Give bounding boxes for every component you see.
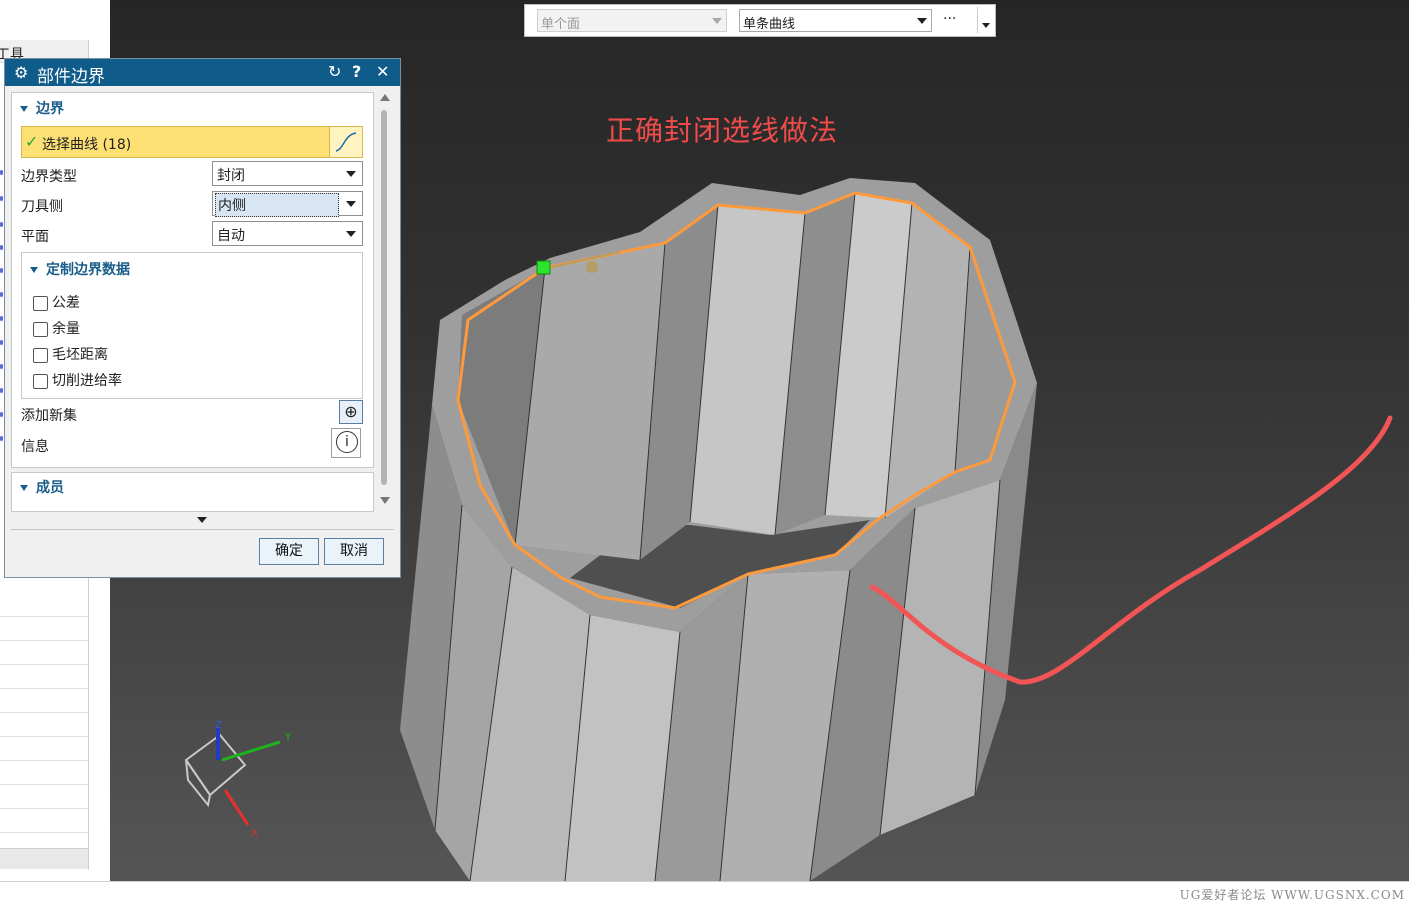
- chevron-down-icon: [712, 18, 722, 24]
- stock-checkbox[interactable]: 余量: [33, 318, 80, 338]
- selection-filter-bar: 单个面 单条曲线 ···: [524, 4, 996, 37]
- navigator-row[interactable]: [0, 760, 88, 785]
- cancel-button[interactable]: 取消: [324, 538, 384, 565]
- chevron-down-icon: [346, 201, 356, 207]
- ok-button[interactable]: 确定: [259, 538, 319, 565]
- navigator-node-icon: [0, 222, 3, 227]
- navigator-node-icon: [0, 412, 3, 417]
- checkmark-icon: ✓: [25, 132, 39, 151]
- navigator-node-icon: [0, 245, 3, 250]
- dialog-titlebar[interactable]: ⚙ 部件边界 ↻ ? ✕: [5, 59, 400, 87]
- gear-icon[interactable]: ⚙: [14, 63, 28, 82]
- plane-dropdown[interactable]: 自动: [212, 221, 363, 246]
- scroll-up-icon[interactable]: [380, 94, 390, 101]
- part-boundary-dialog: ⚙ 部件边界 ↻ ? ✕ 边界 ✓ 选择曲线 (18) 边界类型 封闭 刀具侧 …: [4, 58, 401, 578]
- navigator-node-icon: [0, 388, 3, 393]
- navigator-node-icon: [0, 436, 3, 441]
- tolerance-checkbox[interactable]: 公差: [33, 292, 80, 312]
- help-icon[interactable]: ?: [352, 62, 361, 81]
- navigator-node-icon: [0, 268, 3, 273]
- boundary-type-dropdown[interactable]: 封闭: [212, 161, 363, 186]
- cut-feedrate-checkbox[interactable]: 切削进给率: [33, 370, 122, 390]
- navigator-row[interactable]: [0, 808, 88, 833]
- triad-label-z: Z: [215, 720, 222, 731]
- collapse-triangle-icon: [20, 106, 28, 112]
- navigator-row[interactable]: [0, 592, 88, 617]
- collapse-triangle-icon: [30, 267, 38, 273]
- members-section-header[interactable]: 成员: [20, 477, 64, 497]
- plane-label: 平面: [21, 229, 49, 245]
- boundary-type-label: 边界类型: [21, 169, 77, 185]
- expand-more-icon[interactable]: [197, 517, 207, 523]
- chevron-down-icon: [346, 171, 356, 177]
- blank-distance-checkbox[interactable]: 毛坯距离: [33, 344, 108, 364]
- face-rule-dropdown[interactable]: 单个面: [537, 9, 727, 32]
- triad-label-y: Y: [285, 732, 292, 743]
- select-curve-row[interactable]: ✓ 选择曲线 (18): [21, 126, 363, 158]
- navigator-node-icon: [0, 196, 3, 201]
- navigator-row[interactable]: [0, 712, 88, 737]
- curve-select-icon[interactable]: [329, 127, 362, 157]
- dialog-title: 部件边界: [37, 67, 105, 87]
- annotation-title: 正确封闭选线做法: [606, 114, 839, 147]
- status-bar: UG爱好者论坛 WWW.UGSNX.COM: [0, 881, 1409, 906]
- add-new-set-label: 添加新集: [21, 408, 77, 424]
- custom-section-header[interactable]: 定制边界数据: [30, 259, 130, 279]
- view-triad: [184, 728, 281, 826]
- navigator-node-icon: [0, 292, 3, 297]
- navigator-row[interactable]: [0, 736, 88, 761]
- chevron-down-icon: [917, 18, 927, 24]
- tool-side-label: 刀具侧: [21, 199, 63, 215]
- navigator-row[interactable]: [0, 688, 88, 713]
- scroll-thumb[interactable]: [381, 110, 387, 485]
- reset-icon[interactable]: ↻: [328, 62, 341, 81]
- navigator-node-icon: [0, 316, 3, 321]
- navigator-row[interactable]: [0, 664, 88, 689]
- boundary-group: 边界 ✓ 选择曲线 (18) 边界类型 封闭 刀具侧 内侧 平面 自动 定制边界…: [11, 92, 374, 468]
- curve-rule-dropdown[interactable]: 单条曲线: [739, 9, 932, 32]
- info-icon[interactable]: i: [331, 428, 361, 458]
- add-set-icon[interactable]: ⊕: [339, 400, 363, 424]
- close-icon[interactable]: ✕: [376, 62, 389, 81]
- more-options-button[interactable]: ···: [943, 11, 956, 27]
- boundary-section-header[interactable]: 边界: [20, 98, 64, 118]
- scroll-down-icon[interactable]: [380, 497, 390, 504]
- watermark-text: UG爱好者论坛 WWW.UGSNX.COM: [1179, 888, 1405, 902]
- select-curve-label: 选择曲线 (18): [42, 137, 132, 153]
- custom-data-group: 定制边界数据 公差 余量 毛坯距离 切削进给率: [21, 252, 363, 399]
- navigator-row[interactable]: [0, 784, 88, 809]
- triad-label-x: X: [251, 828, 258, 839]
- toolbar-expand-icon[interactable]: [977, 7, 992, 33]
- collapse-triangle-icon: [20, 485, 28, 491]
- dialog-scrollbar[interactable]: [378, 92, 392, 512]
- info-label: 信息: [21, 439, 49, 455]
- navigator-node-icon: [0, 170, 3, 175]
- members-group: 成员: [11, 472, 374, 512]
- chevron-down-icon: [346, 231, 356, 237]
- curve-start-marker: [536, 260, 551, 275]
- navigator-row[interactable]: [0, 616, 88, 641]
- curve-handle: [586, 261, 598, 273]
- navigator-node-icon: [0, 364, 3, 369]
- tool-side-dropdown[interactable]: 内侧: [212, 191, 363, 217]
- navigator-footer: [0, 848, 88, 869]
- navigator-row[interactable]: [0, 640, 88, 665]
- navigator-node-icon: [0, 340, 3, 345]
